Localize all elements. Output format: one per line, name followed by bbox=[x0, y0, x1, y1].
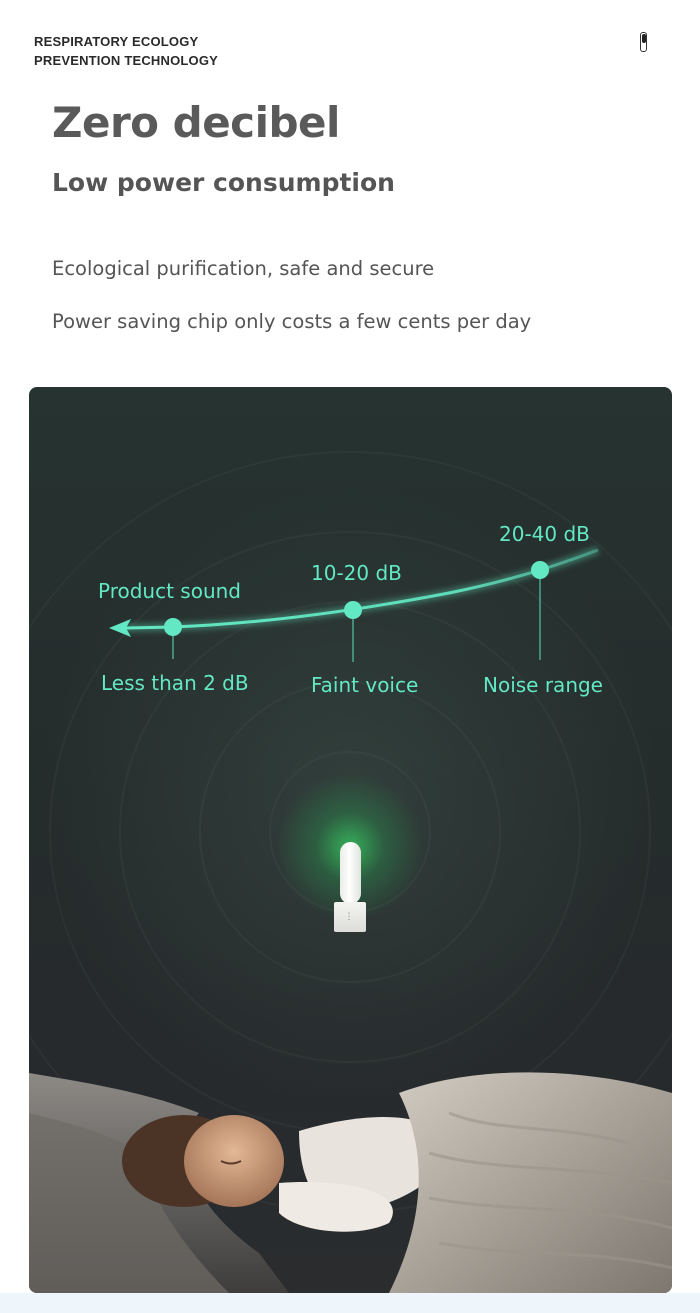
brand-tagline: RESPIRATORY ECOLOGY PREVENTION TECHNOLOG… bbox=[34, 32, 218, 70]
brand-line-1: RESPIRATORY ECOLOGY bbox=[34, 34, 199, 49]
label-20-40db: 20-40 dB bbox=[499, 522, 590, 546]
brand-line-2: PREVENTION TECHNOLOGY bbox=[34, 53, 219, 68]
plug-in-purifier-icon: ⋮ bbox=[329, 842, 369, 934]
marker-dot-3 bbox=[531, 561, 549, 579]
page-subtitle: Low power consumption bbox=[52, 168, 395, 197]
page-title: Zero decibel bbox=[52, 98, 340, 147]
battery-icon bbox=[640, 32, 647, 52]
label-noise-range: Noise range bbox=[483, 673, 603, 697]
label-less-than-2db: Less than 2 dB bbox=[101, 671, 249, 695]
sleeping-child-photo bbox=[29, 1072, 672, 1293]
marker-dot-1 bbox=[164, 618, 182, 636]
bottom-strip bbox=[0, 1293, 700, 1313]
marker-dot-2 bbox=[344, 601, 362, 619]
feature-line-1: Ecological purification, safe and secure bbox=[52, 257, 435, 280]
feature-line-2: Power saving chip only costs a few cents… bbox=[52, 310, 532, 333]
noise-illustration-panel: Product sound Less than 2 dB 10-20 dB Fa… bbox=[29, 387, 672, 1293]
label-10-20db: 10-20 dB bbox=[311, 561, 402, 585]
label-product-sound: Product sound bbox=[98, 579, 241, 603]
label-faint-voice: Faint voice bbox=[311, 673, 419, 697]
